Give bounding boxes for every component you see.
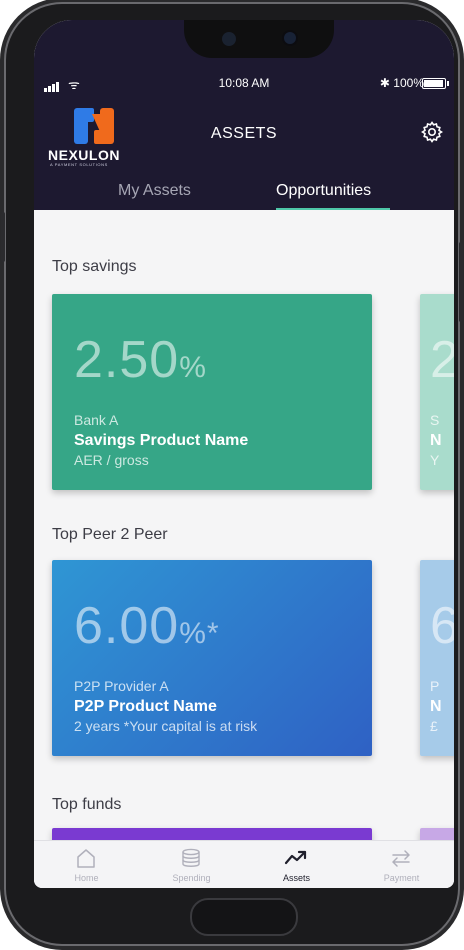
card-provider: S bbox=[430, 412, 440, 428]
bluetooth-icon: ✱ bbox=[379, 76, 390, 90]
section-title-funds: Top funds bbox=[52, 796, 122, 813]
battery-icon bbox=[422, 78, 449, 89]
front-camera bbox=[284, 32, 296, 44]
bottom-nav: Home Spending Assets Payment bbox=[34, 840, 454, 888]
home-icon bbox=[77, 849, 95, 868]
logo-tagline: A PAYMENT SOLUTIONS bbox=[50, 162, 108, 167]
phone-frame: ᯤ 10:08 AM ✱ 100% NEXULON A PAYMENT SOLU… bbox=[1, 2, 463, 946]
savings-card-next[interactable]: 2 S N Y bbox=[420, 294, 454, 490]
savings-card[interactable]: 2.50% Bank A Savings Product Name AER / … bbox=[52, 294, 372, 490]
power-button bbox=[459, 242, 463, 322]
card-product-name: N bbox=[430, 698, 442, 715]
page-title: ASSETS bbox=[210, 125, 278, 142]
card-product-name: P2P Product Name bbox=[74, 698, 217, 715]
card-product-name: N bbox=[430, 432, 442, 449]
p2p-card[interactable]: 6.00%* P2P Provider A P2P Product Name 2… bbox=[52, 560, 372, 756]
logo-name: NEXULON bbox=[48, 147, 120, 163]
tab-my-assets[interactable]: My Assets bbox=[118, 182, 191, 200]
speaker-sensor bbox=[222, 32, 236, 46]
card-note: Y bbox=[430, 452, 440, 468]
card-product-name: Savings Product Name bbox=[74, 432, 249, 449]
card-provider: P bbox=[430, 678, 440, 694]
card-rate: 6.00%* bbox=[74, 597, 220, 655]
card-note: AER / gross bbox=[74, 452, 149, 468]
nav-payment[interactable]: Payment bbox=[349, 841, 454, 888]
card-rate: 6 bbox=[430, 597, 454, 655]
nav-label: Payment bbox=[383, 873, 420, 883]
nav-label: Home bbox=[74, 873, 99, 883]
card-note: 2 years *Your capital is at risk bbox=[74, 718, 258, 734]
app-screen: ᯤ 10:08 AM ✱ 100% NEXULON A PAYMENT SOLU… bbox=[34, 20, 454, 888]
section-title-p2p: Top Peer 2 Peer bbox=[52, 526, 168, 543]
battery-percent: ✱ 100% bbox=[379, 76, 424, 90]
nav-label: Assets bbox=[282, 873, 310, 883]
hardware-home-button[interactable] bbox=[190, 898, 298, 936]
card-note: £ bbox=[430, 718, 438, 734]
section-title-savings: Top savings bbox=[52, 258, 137, 275]
card-provider: P2P Provider A bbox=[74, 678, 169, 694]
volume-button bbox=[1, 212, 5, 262]
tab-opportunities[interactable]: Opportunities bbox=[276, 182, 371, 200]
status-bar: ᯤ 10:08 AM ✱ 100% bbox=[34, 76, 454, 94]
opportunities-list[interactable]: Top savings 2.50% Bank A Savings Product… bbox=[34, 210, 454, 868]
segment-tabs: My Assets Opportunities bbox=[34, 182, 454, 211]
card-provider: Bank A bbox=[74, 412, 119, 428]
notch bbox=[184, 20, 334, 58]
nav-home[interactable]: Home bbox=[34, 841, 139, 888]
nav-assets[interactable]: Assets bbox=[244, 841, 349, 888]
p2p-card-next[interactable]: 6 P N £ bbox=[420, 560, 454, 756]
card-rate: 2.50% bbox=[74, 331, 207, 389]
gear-icon[interactable] bbox=[420, 120, 444, 144]
trend-up-icon bbox=[284, 850, 307, 865]
nav-label: Spending bbox=[172, 873, 211, 883]
nav-spending[interactable]: Spending bbox=[139, 841, 244, 888]
card-rate: 2 bbox=[430, 331, 454, 389]
coins-icon bbox=[182, 848, 200, 867]
transfer-icon bbox=[392, 850, 410, 867]
